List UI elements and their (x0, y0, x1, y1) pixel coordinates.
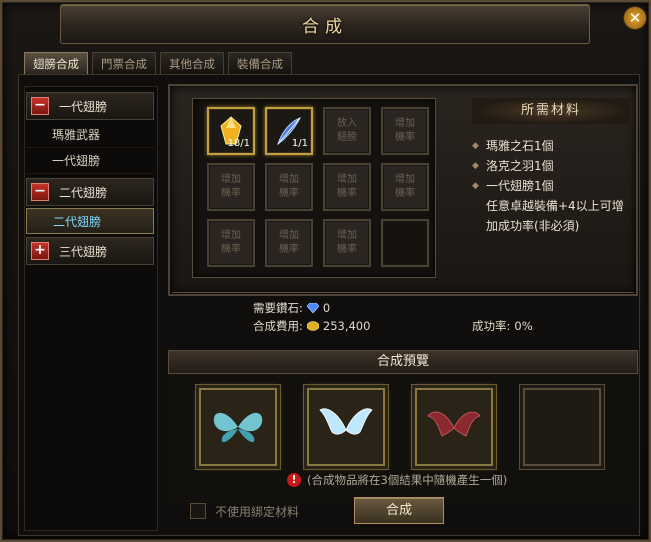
slot-hint: 放入 (337, 118, 357, 129)
category-gen1-wings[interactable]: − 一代翅膀 (26, 92, 154, 120)
requirement-item: ◆ 一代翅膀1個 (472, 176, 634, 196)
tab-bar: 翅膀合成 門票合成 其他合成 裝備合成 (24, 52, 292, 74)
empty-slot[interactable] (381, 219, 429, 267)
slot-hint: 增加 (337, 174, 357, 185)
collapse-icon[interactable]: − (31, 97, 49, 115)
divider (172, 292, 634, 293)
slot-hint: 機率 (221, 188, 241, 199)
no-bound-materials-checkbox[interactable] (190, 503, 206, 519)
warning-text: (合成物品將在3個結果中隨機產生一個) (307, 473, 508, 487)
add-rate-slot[interactable]: 增加 機率 (381, 107, 429, 155)
warning-icon: ! (287, 473, 301, 487)
slot-hint: 增加 (395, 174, 415, 185)
requirement-text: 瑪雅之石1個 (486, 139, 554, 153)
preview-header: 合成預覽 (168, 350, 638, 374)
tab-equipment-synthesis[interactable]: 裝備合成 (228, 52, 292, 74)
wing-butterfly-icon (213, 412, 263, 443)
add-rate-slot[interactable]: 增加 機率 (207, 219, 255, 267)
tab-ticket-synthesis[interactable]: 門票合成 (92, 52, 156, 74)
bullet-icon: ◆ (472, 181, 479, 191)
requirement-note: 加成功率(非必須) (486, 219, 580, 233)
collapse-icon[interactable]: − (31, 183, 49, 201)
slot-hint: 增加 (395, 118, 415, 129)
category-label: 三代翅膀 (59, 244, 108, 259)
checkbox-label: 不使用綁定材料 (215, 505, 300, 519)
category-label: 二代翅膀 (59, 185, 108, 200)
sidebar-item-maya-weapon[interactable]: 瑪雅武器 (26, 122, 154, 148)
wing-angel-icon (319, 408, 373, 435)
add-rate-slot[interactable]: 增加 機率 (323, 163, 371, 211)
requirement-note: 任意卓越裝備+4以上可增 (486, 199, 624, 213)
gold-coin-icon (306, 321, 319, 331)
cost-value: 253,400 (322, 319, 371, 333)
tab-other-synthesis[interactable]: 其他合成 (160, 52, 224, 74)
slot-hint: 增加 (221, 174, 241, 185)
add-rate-slot[interactable]: 增加 機率 (323, 219, 371, 267)
cost-value: 0% (514, 319, 533, 333)
sidebar-item-gen2-wings[interactable]: 二代翅膀 (26, 208, 154, 234)
item-count: 18/1 (227, 138, 250, 149)
slot-hint: 機率 (337, 188, 357, 199)
warning-row: ! (合成物品將在3個結果中隨機產生一個) (287, 472, 507, 488)
diamond-cost: 需要鑽石: 0 (253, 300, 330, 316)
requirement-text: 洛克之羽1個 (486, 159, 554, 173)
preview-slot[interactable] (199, 388, 277, 466)
material-slot-maya-stone[interactable]: 18/1 (207, 107, 255, 155)
cost-label: 成功率: (472, 319, 511, 333)
expand-icon[interactable]: + (31, 242, 49, 260)
wing-demon-icon (427, 411, 481, 437)
category-gen2-wings[interactable]: − 二代翅膀 (26, 178, 154, 206)
slot-hint: 增加 (221, 230, 241, 241)
material-slot-loch-feather[interactable]: 1/1 (265, 107, 313, 155)
success-rate: 成功率: 0% (472, 318, 533, 334)
place-wing-slot[interactable]: 放入 翅膀 (323, 107, 371, 155)
add-rate-slot[interactable]: 增加 機率 (265, 219, 313, 267)
slot-hint: 翅膀 (337, 132, 357, 143)
requirement-item: ◆ 瑪雅之石1個 (472, 136, 634, 156)
add-rate-slot[interactable]: 增加 機率 (207, 163, 255, 211)
preview-slot[interactable] (415, 388, 493, 466)
close-button[interactable]: ✕ (623, 6, 647, 30)
slot-hint: 機率 (279, 244, 299, 255)
combine-button[interactable]: 合成 (354, 497, 444, 524)
synthesis-fee: 合成費用: 253,400 (253, 318, 370, 334)
requirements-list: ◆ 瑪雅之石1個 ◆ 洛克之羽1個 ◆ 一代翅膀1個 任意卓越裝備+4以上可增 … (472, 136, 634, 236)
sidebar-item-gen1-wings[interactable]: 一代翅膀 (26, 148, 154, 174)
item-count: 1/1 (291, 138, 308, 149)
slot-hint: 機率 (337, 244, 357, 255)
tab-wing-synthesis[interactable]: 翅膀合成 (24, 52, 88, 74)
cost-value: 0 (322, 301, 331, 315)
slot-hint: 增加 (279, 174, 299, 185)
slot-hint: 增加 (279, 230, 299, 241)
preview-slot[interactable] (307, 388, 385, 466)
diamond-icon (306, 303, 319, 313)
preview-slot-empty[interactable] (523, 388, 601, 466)
window-title: 合成 (302, 16, 348, 37)
requirement-text: 一代翅膀1個 (486, 179, 554, 193)
bullet-icon: ◆ (472, 141, 479, 151)
cost-label: 合成費用: (253, 319, 303, 333)
requirements-header: 所需材料 (472, 98, 630, 124)
category-gen3-wings[interactable]: + 三代翅膀 (26, 237, 154, 265)
slot-hint: 增加 (337, 230, 357, 241)
slot-hint: 機率 (279, 188, 299, 199)
category-label: 一代翅膀 (59, 99, 108, 114)
slot-hint: 機率 (395, 188, 415, 199)
title-bar: 合成 (60, 4, 590, 44)
cost-label: 需要鑽石: (253, 301, 303, 315)
bullet-icon: ◆ (472, 161, 479, 171)
add-rate-slot[interactable]: 增加 機率 (265, 163, 313, 211)
requirement-item: ◆ 洛克之羽1個 (472, 156, 634, 176)
slot-hint: 機率 (395, 132, 415, 143)
slot-hint: 機率 (221, 244, 241, 255)
add-rate-slot[interactable]: 增加 機率 (381, 163, 429, 211)
